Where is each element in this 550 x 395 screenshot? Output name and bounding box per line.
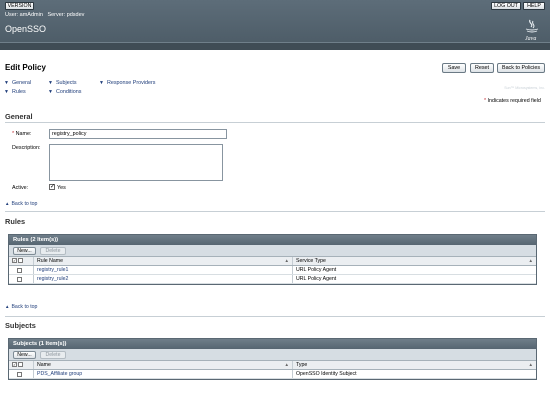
table-row: registry_rule2 URL Policy Agent xyxy=(9,275,536,284)
jump-link-label: Rules xyxy=(11,89,26,95)
jump-link-label: General xyxy=(11,80,32,86)
arrow-down-icon: ▼ xyxy=(48,80,53,86)
back-to-top-label: Back to top xyxy=(11,304,38,310)
server-text: Server: pdsdev xyxy=(47,12,85,18)
arrow-down-icon: ▼ xyxy=(48,89,53,95)
company-note: Sun™ Microsystems, Inc. xyxy=(504,86,545,90)
required-field-note: * Indicates required field xyxy=(484,98,541,104)
arrow-up-icon: ▲ xyxy=(5,201,10,206)
deselect-all-icon[interactable] xyxy=(18,362,23,368)
table-row: registry_rule1 URL Policy Agent xyxy=(9,266,536,275)
active-checkbox[interactable]: ✓ xyxy=(49,184,55,190)
rules-table-header: ✓ Rule Name ▲ Service Type ▲ xyxy=(9,257,536,266)
service-type-cell: URL Policy Agent xyxy=(296,276,337,282)
sort-icon[interactable]: ▲ xyxy=(285,257,289,265)
column-header-label: Name xyxy=(37,362,51,368)
back-to-top-link[interactable]: ▲ Back to top xyxy=(5,304,37,310)
rules-table-title: Rules (2 Item(s)) xyxy=(9,235,536,245)
masthead: VERSION LOG OUT HELP User: amAdmin Serve… xyxy=(0,0,550,90)
arrow-down-icon: ▼ xyxy=(4,89,9,95)
reset-button[interactable]: Reset xyxy=(470,63,494,73)
user-text: User: amAdmin xyxy=(5,12,43,18)
rule-name-link[interactable]: registry_rule1 xyxy=(34,266,293,274)
row-select-cell xyxy=(9,370,34,378)
section-title-general: General xyxy=(5,112,33,121)
row-checkbox[interactable] xyxy=(17,372,22,377)
jump-link-label: Subjects xyxy=(55,80,77,86)
jump-link-conditions[interactable]: ▼ Conditions xyxy=(48,89,81,95)
name-label: * Name: xyxy=(12,131,32,137)
subjects-table: Subjects (1 Item(s)) New... Delete ✓ Nam… xyxy=(8,338,537,380)
jump-link-general[interactable]: ▼ General xyxy=(4,80,31,86)
divider xyxy=(5,316,545,317)
divider xyxy=(5,211,545,212)
sort-icon[interactable]: ▲ xyxy=(285,361,289,369)
row-select-cell xyxy=(9,266,34,274)
rules-table-toolbar: New... Delete xyxy=(9,245,536,257)
jump-link-subjects[interactable]: ▼ Subjects xyxy=(48,80,77,86)
jump-link-label: Response Providers xyxy=(106,80,156,86)
delete-subject-button[interactable]: Delete xyxy=(40,351,66,359)
back-to-top-link[interactable]: ▲ Back to top xyxy=(5,201,37,207)
brand-strip: Sun™ Microsystems, Inc. xyxy=(0,42,550,90)
user-info: User: amAdmin Server: pdsdev xyxy=(5,12,84,18)
column-header-label: Type xyxy=(296,362,308,368)
description-label: Description: xyxy=(12,145,41,151)
sort-icon[interactable]: ▲ xyxy=(529,361,533,369)
table-row: PDS_Affiliate group OpenSSO Identity Sub… xyxy=(9,370,536,379)
java-logo-icon: Java xyxy=(525,19,539,42)
save-button[interactable]: Save xyxy=(442,63,466,73)
select-column-header: ✓ xyxy=(9,361,34,369)
subject-name-link[interactable]: PDS_Affiliate group xyxy=(34,370,293,378)
subjects-table-header: ✓ Name ▲ Type ▲ xyxy=(9,361,536,370)
logout-button[interactable]: LOG OUT xyxy=(491,2,521,10)
arrow-up-icon: ▲ xyxy=(5,304,10,309)
select-all-icon[interactable]: ✓ xyxy=(12,258,17,264)
jump-link-rules[interactable]: ▼ Rules xyxy=(4,89,26,95)
rule-name-link[interactable]: registry_rule2 xyxy=(34,275,293,283)
new-subject-button[interactable]: New... xyxy=(13,351,36,359)
rules-table: Rules (2 Item(s)) New... Delete ✓ Rule N… xyxy=(8,234,537,285)
column-header-label: Service Type xyxy=(296,258,326,264)
active-label: Active: xyxy=(12,185,29,191)
page-title: Edit Policy xyxy=(5,63,46,72)
sort-icon[interactable]: ▲ xyxy=(529,257,533,265)
subjects-table-title: Subjects (1 Item(s)) xyxy=(9,339,536,349)
help-button[interactable]: HELP xyxy=(523,2,545,10)
back-to-policies-button[interactable]: Back to Policies xyxy=(497,63,545,73)
subject-type-column-header[interactable]: Type ▲ xyxy=(293,361,536,369)
rule-name-column-header[interactable]: Rule Name ▲ xyxy=(34,257,293,265)
delete-rule-button[interactable]: Delete xyxy=(40,247,66,255)
divider xyxy=(5,122,545,123)
jump-link-response-providers[interactable]: ▼ Response Providers xyxy=(99,80,156,86)
subject-type-cell: OpenSSO Identity Subject xyxy=(296,371,357,377)
column-header-label: Rule Name xyxy=(37,258,63,264)
arrow-down-icon: ▼ xyxy=(99,80,104,86)
arrow-down-icon: ▼ xyxy=(4,80,9,86)
subject-name-column-header[interactable]: Name ▲ xyxy=(34,361,293,369)
name-label-text: Name: xyxy=(15,131,32,137)
required-star-icon: * xyxy=(12,131,15,137)
section-title-rules: Rules xyxy=(5,217,26,226)
service-type-cell: URL Policy Agent xyxy=(296,267,337,273)
required-note-text: Indicates required field xyxy=(487,98,541,104)
jump-link-label: Conditions xyxy=(55,89,82,95)
new-rule-button[interactable]: New... xyxy=(13,247,36,255)
required-star-icon: * xyxy=(484,98,487,104)
version-button[interactable]: VERSION xyxy=(5,2,34,10)
service-type-column-header[interactable]: Service Type ▲ xyxy=(293,257,536,265)
row-checkbox[interactable] xyxy=(17,277,22,282)
active-option-label: Yes xyxy=(57,185,66,191)
select-column-header: ✓ xyxy=(9,257,34,265)
name-input[interactable]: registry_policy xyxy=(49,129,227,139)
deselect-all-icon[interactable] xyxy=(18,258,23,264)
product-name: OpenSSO xyxy=(5,24,47,34)
description-textarea[interactable] xyxy=(49,144,223,181)
back-to-top-label: Back to top xyxy=(11,201,38,207)
select-all-icon[interactable]: ✓ xyxy=(12,362,17,368)
subjects-table-toolbar: New... Delete xyxy=(9,349,536,361)
section-title-subjects: Subjects xyxy=(5,321,36,330)
row-checkbox[interactable] xyxy=(17,268,22,273)
row-select-cell xyxy=(9,275,34,283)
